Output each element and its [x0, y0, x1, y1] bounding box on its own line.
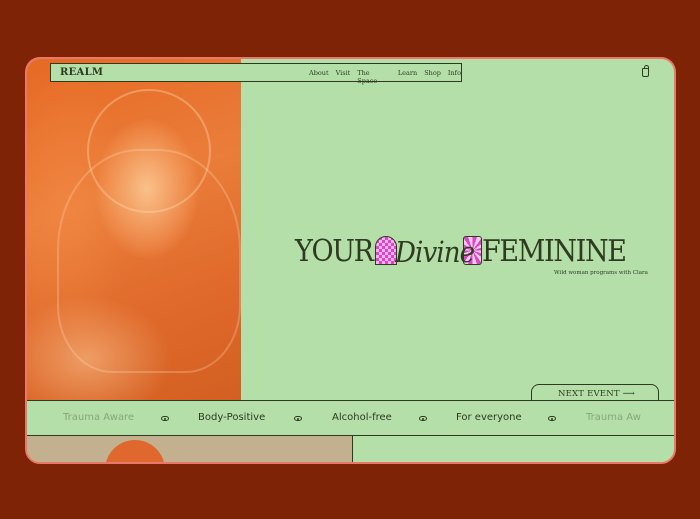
nav-item-the-space[interactable]: The Space [357, 69, 391, 85]
ticker-item: Body-Positive [198, 412, 266, 423]
nav-item-learn[interactable]: Learn [398, 69, 417, 85]
site-frame: REALM About Visit The Space Learn Shop I… [25, 57, 676, 464]
nav-item-visit[interactable]: Visit [336, 69, 351, 85]
site-logo[interactable]: REALM [60, 67, 103, 78]
headline-word-feminine: FEMININE [482, 234, 627, 269]
nav-item-info[interactable]: Info [448, 69, 461, 85]
shopping-bag-icon[interactable] [642, 65, 649, 77]
values-ticker: Trauma Aware Body-Positive Alcohol-free … [27, 400, 674, 436]
eye-icon [419, 416, 427, 421]
eye-icon [548, 416, 556, 421]
eye-icon [161, 416, 169, 421]
orange-circle-shape [105, 440, 165, 462]
hero-tagline: Wild woman programs with Clara [554, 270, 648, 276]
ticker-item: Trauma Aw [586, 412, 641, 423]
nav-item-shop[interactable]: Shop [424, 69, 441, 85]
hero-photo [27, 59, 241, 400]
ticker-item: Trauma Aware [63, 412, 135, 423]
ticker-item: For everyone [456, 412, 522, 423]
ticker-item: Alcohol-free [332, 412, 392, 423]
eye-icon [294, 416, 302, 421]
checkered-arch-icon [375, 236, 398, 265]
headline-word-your: YOUR [295, 234, 374, 269]
photo-veil-shape [57, 149, 241, 373]
top-nav-bar: REALM About Visit The Space Learn Shop I… [50, 63, 462, 85]
next-event-label: NEXT EVENT ⟶ [558, 389, 636, 399]
hero-headline: YOUR Divine FEMININE [295, 227, 642, 267]
nav-item-about[interactable]: About [309, 69, 329, 85]
next-section-image [27, 436, 353, 462]
headline-word-divine: Divine [395, 235, 475, 269]
nav-menu: About Visit The Space Learn Shop Info [309, 69, 461, 85]
